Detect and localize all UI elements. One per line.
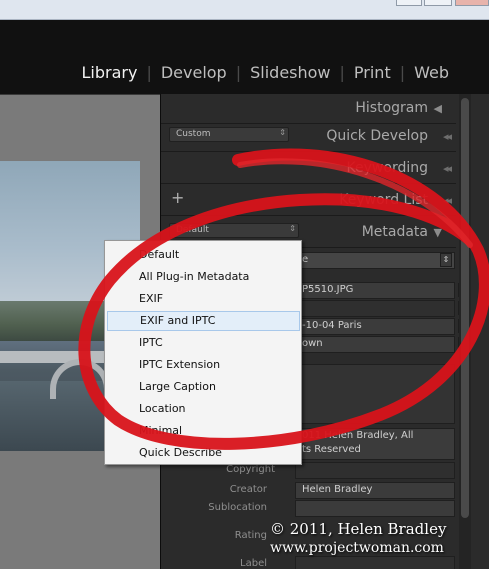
metadata-preset-value: Default	[176, 225, 209, 235]
module-web[interactable]: Web	[414, 63, 449, 82]
module-divider: |	[339, 63, 345, 82]
panel-grip-icon: ◂◂	[442, 194, 452, 207]
module-print[interactable]: Print	[354, 63, 391, 82]
copyright-status-field[interactable]	[295, 462, 455, 479]
metadata-view-select[interactable]: e ⇕	[295, 252, 455, 269]
menu-item-exif-and-iptc[interactable]: EXIF and IPTC	[107, 311, 300, 331]
caption-field[interactable]	[295, 364, 455, 424]
folder-value: -10-04 Paris	[302, 320, 362, 331]
minimize-button[interactable]	[396, 0, 422, 6]
creator-value: Helen Bradley	[302, 484, 373, 495]
quick-develop-title: Quick Develop	[326, 128, 428, 144]
metadata-status-value: own	[302, 338, 323, 349]
metadata-preset-select[interactable]: Default ⇕	[169, 223, 299, 238]
menu-item-exif[interactable]: EXIF	[107, 289, 300, 309]
sublocation-label: Sublocation	[208, 502, 267, 513]
menu-item-all-plugin-metadata[interactable]: All Plug-in Metadata	[107, 267, 300, 287]
keywording-panel-header[interactable]: Keywording ◂◂	[161, 154, 456, 184]
folder-field[interactable]: -10-04 Paris →	[295, 318, 470, 335]
rating-label: Rating	[234, 530, 267, 541]
metadata-preset-dropdown-menu: Default All Plug-in Metadata EXIF EXIF a…	[104, 240, 302, 465]
keyword-list-title: Keyword List	[339, 192, 428, 208]
sublocation-field[interactable]	[295, 500, 455, 517]
plus-icon[interactable]: +	[171, 188, 184, 207]
menu-item-default[interactable]: Default	[107, 245, 300, 265]
panel-scrollbar-thumb[interactable]	[461, 98, 469, 518]
quick-develop-panel-header[interactable]: Custom ⇕ Quick Develop ◂◂	[161, 122, 456, 152]
window-titlebar	[0, 0, 489, 20]
menu-item-location[interactable]: Location	[107, 399, 300, 419]
histogram-title: Histogram	[355, 100, 428, 116]
module-bar: Library | Develop | Slideshow | Print | …	[0, 20, 489, 94]
collapse-arrow-icon: ◀	[433, 102, 442, 115]
module-divider: |	[146, 63, 152, 82]
module-library[interactable]: Library	[82, 63, 138, 82]
watermark-line-1: © 2011, Helen Bradley	[270, 520, 447, 538]
creator-field[interactable]: Helen Bradley	[295, 482, 455, 499]
label-field[interactable]	[295, 556, 455, 569]
panel-grip-icon: ◂◂	[442, 130, 452, 143]
keyword-list-panel-header[interactable]: + Keyword List ◂◂	[161, 186, 456, 216]
creator-label: Creator	[229, 484, 267, 495]
panel-grip-icon: ◂◂	[442, 162, 452, 175]
menu-item-large-caption[interactable]: Large Caption	[107, 377, 300, 397]
metadata-status-field[interactable]: own ≡	[295, 336, 470, 353]
module-picker: Library | Develop | Slideshow | Print | …	[82, 63, 450, 82]
module-slideshow[interactable]: Slideshow	[250, 63, 330, 82]
expand-arrow-icon: ▼	[433, 226, 442, 239]
watermark-line-2: www.projectwoman.com	[270, 540, 444, 556]
menu-item-minimal[interactable]: Minimal	[107, 421, 300, 441]
filename-field[interactable]: P5510.JPG ≡	[295, 282, 470, 299]
updown-arrows-icon: ⇕	[289, 224, 296, 233]
copyright-line-1: 011 Helen Bradley, All	[302, 430, 414, 441]
quick-develop-preset-select[interactable]: Custom ⇕	[169, 127, 289, 142]
copy-name-field[interactable]: →	[295, 300, 470, 317]
copyright-field[interactable]: 011 Helen Bradley, All ts Reserved	[295, 428, 455, 460]
module-develop[interactable]: Develop	[161, 63, 227, 82]
histogram-panel-header[interactable]: Histogram ◀	[161, 94, 456, 124]
quick-develop-preset-value: Custom	[176, 129, 211, 139]
photo-bridge-arch	[50, 359, 110, 399]
copyright-line-2: ts Reserved	[302, 444, 361, 455]
metadata-title: Metadata	[361, 224, 428, 240]
label-label: Label	[240, 558, 267, 569]
module-divider: |	[235, 63, 242, 82]
menu-item-quick-describe[interactable]: Quick Describe	[107, 443, 300, 463]
filename-value: P5510.JPG	[302, 284, 354, 295]
menu-item-iptc-extension[interactable]: IPTC Extension	[107, 355, 300, 375]
updown-arrows-icon: ⇕	[279, 128, 286, 137]
copyright-status-label: Copyright	[226, 464, 275, 475]
maximize-button[interactable]	[424, 0, 452, 6]
close-button[interactable]	[455, 0, 489, 6]
updown-arrows-icon: ⇕	[440, 253, 452, 267]
copyright-watermark: © 2011, Helen Bradley www.projectwoman.c…	[270, 520, 485, 556]
module-divider: |	[399, 63, 406, 82]
view-select-value: e	[302, 254, 309, 265]
keywording-title: Keywording	[346, 160, 428, 176]
menu-item-iptc[interactable]: IPTC	[107, 333, 300, 353]
